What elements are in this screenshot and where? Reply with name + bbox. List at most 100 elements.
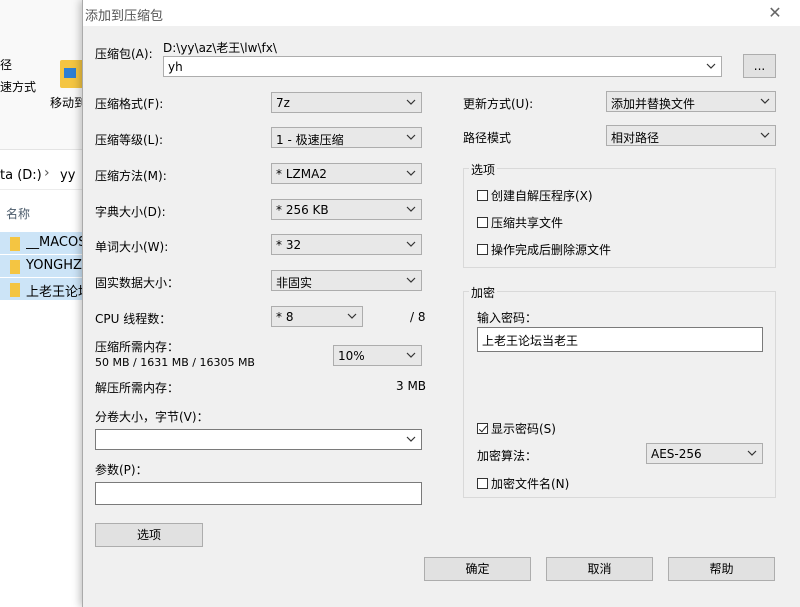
options-button[interactable]: 选项 xyxy=(95,523,203,547)
chevron-down-icon xyxy=(406,170,416,176)
path-mode-value: 相对路径 xyxy=(611,131,660,145)
checkbox-icon xyxy=(477,478,488,489)
cancel-button[interactable]: 取消 xyxy=(546,557,653,581)
encryption-method-label: 加密算法： xyxy=(477,449,538,463)
volume-label: 分卷大小，字节(V)： xyxy=(95,410,209,424)
breadcrumb-separator: › xyxy=(44,165,50,181)
word-label: 单词大小(W): xyxy=(95,240,169,254)
delete-after-checkbox[interactable]: 操作完成后删除源文件 xyxy=(477,241,611,258)
mem-decompress-value: 3 MB xyxy=(396,379,427,393)
format-value: 7z xyxy=(276,96,290,110)
shared-checkbox[interactable]: 压缩共享文件 xyxy=(477,214,563,231)
archive-name-combo[interactable]: yh xyxy=(163,56,722,77)
file-name: 上老王论坛 xyxy=(26,285,82,300)
word-select[interactable]: * 32 xyxy=(271,234,422,255)
threads-label: CPU 线程数： xyxy=(95,312,172,326)
chevron-down-icon xyxy=(406,352,416,358)
encrypt-names-label: 加密文件名(N) xyxy=(491,477,570,491)
format-select[interactable]: 7z xyxy=(271,92,422,113)
volume-combo[interactable] xyxy=(95,429,422,450)
mem-decompress-label: 解压所需内存： xyxy=(95,381,180,395)
title-bar[interactable]: 添加到压缩包 ✕ xyxy=(83,0,800,26)
dialog-title: 添加到压缩包 xyxy=(85,9,164,24)
column-header-name[interactable]: 名称 xyxy=(6,205,30,222)
browse-button[interactable]: ... xyxy=(743,54,776,78)
level-select[interactable]: 1 - 极速压缩 xyxy=(271,127,422,148)
folder-icon xyxy=(10,260,20,274)
dict-label: 字典大小(D): xyxy=(95,205,166,219)
update-label: 更新方式(U): xyxy=(463,97,534,111)
file-row[interactable]: YONGHZ xyxy=(0,255,82,277)
file-name: YONGHZ xyxy=(26,258,82,273)
sfx-checkbox[interactable]: 创建自解压程序(X) xyxy=(477,187,593,204)
sfx-label: 创建自解压程序(X) xyxy=(491,189,593,203)
solid-value: 非固实 xyxy=(276,276,313,290)
file-row[interactable]: 上老王论坛 xyxy=(0,278,82,300)
mem-compress-detail: 50 MB / 1631 MB / 16305 MB xyxy=(95,356,255,369)
chevron-down-icon xyxy=(760,132,770,138)
checkbox-checked-icon xyxy=(477,423,488,434)
dict-value: * 256 KB xyxy=(276,203,329,217)
move-to-button[interactable]: 移动到 xyxy=(50,94,86,111)
dict-select[interactable]: * 256 KB xyxy=(271,199,422,220)
password-label: 输入密码： xyxy=(477,311,538,325)
checkbox-icon xyxy=(477,217,488,228)
folder-icon xyxy=(10,237,20,251)
help-button[interactable]: 帮助 xyxy=(668,557,775,581)
archive-path: D:\yy\az\老王\lw\fx\ xyxy=(163,41,277,55)
mem-compress-label: 压缩所需内存： xyxy=(95,340,180,354)
password-input[interactable]: 上老王论坛当老王 xyxy=(477,327,763,352)
breadcrumb-folder[interactable]: yy xyxy=(60,168,75,183)
format-label: 压缩格式(F): xyxy=(95,97,164,111)
chevron-down-icon xyxy=(406,99,416,105)
update-select[interactable]: 添加并替换文件 xyxy=(606,91,776,112)
move-to-icon[interactable] xyxy=(60,60,84,88)
path-mode-label: 路径模式 xyxy=(463,131,512,145)
checkbox-icon xyxy=(477,190,488,201)
file-row[interactable]: __MACOSX xyxy=(0,232,82,254)
password-value: 上老王论坛当老王 xyxy=(482,334,579,348)
add-to-archive-dialog: 添加到压缩包 ✕ 压缩包(A): D:\yy\az\老王\lw\fx\ yh .… xyxy=(82,0,800,607)
path-mode-select[interactable]: 相对路径 xyxy=(606,125,776,146)
ok-button[interactable]: 确定 xyxy=(424,557,531,581)
solid-label: 固实数据大小： xyxy=(95,276,180,290)
chevron-down-icon xyxy=(760,98,770,104)
chevron-down-icon xyxy=(406,277,416,283)
chevron-down-icon xyxy=(406,241,416,247)
threads-select[interactable]: * 8 xyxy=(271,306,363,327)
options-group-title: 选项 xyxy=(469,161,498,178)
chevron-down-icon xyxy=(347,313,357,319)
archive-label: 压缩包(A): xyxy=(95,47,153,61)
update-value: 添加并替换文件 xyxy=(611,97,696,111)
params-label: 参数(P)： xyxy=(95,463,148,477)
file-name: __MACOSX xyxy=(26,235,82,250)
encryption-method-select[interactable]: AES-256 xyxy=(646,443,763,464)
method-select[interactable]: * LZMA2 xyxy=(271,163,422,184)
threads-max: / 8 xyxy=(410,310,426,324)
checkbox-icon xyxy=(477,244,488,255)
close-icon[interactable]: ✕ xyxy=(763,2,787,24)
ribbon-text: 速方式 xyxy=(0,80,37,94)
delete-after-label: 操作完成后删除源文件 xyxy=(491,243,612,257)
chevron-down-icon xyxy=(406,206,416,212)
level-value: 1 - 极速压缩 xyxy=(276,133,344,147)
chevron-down-icon xyxy=(406,436,416,442)
encryption-group-title: 加密 xyxy=(469,284,498,301)
params-input[interactable] xyxy=(95,482,422,505)
level-label: 压缩等级(L): xyxy=(95,133,164,147)
encrypt-names-checkbox[interactable]: 加密文件名(N) xyxy=(477,475,569,492)
breadcrumb-drive[interactable]: ta (D:) xyxy=(0,168,42,183)
show-password-label: 显示密码(S) xyxy=(491,422,556,436)
threads-value: * 8 xyxy=(276,310,294,324)
encryption-method-value: AES-256 xyxy=(651,447,702,461)
chevron-down-icon xyxy=(406,134,416,140)
mem-percent-value: 10% xyxy=(338,349,365,363)
word-value: * 32 xyxy=(276,238,302,252)
method-label: 压缩方法(M): xyxy=(95,169,167,183)
solid-select[interactable]: 非固实 xyxy=(271,270,422,291)
mem-percent-select[interactable]: 10% xyxy=(333,345,422,366)
folder-icon xyxy=(10,283,20,297)
show-password-checkbox[interactable]: 显示密码(S) xyxy=(477,420,556,437)
method-value: * LZMA2 xyxy=(276,167,327,181)
chevron-down-icon xyxy=(706,63,716,69)
